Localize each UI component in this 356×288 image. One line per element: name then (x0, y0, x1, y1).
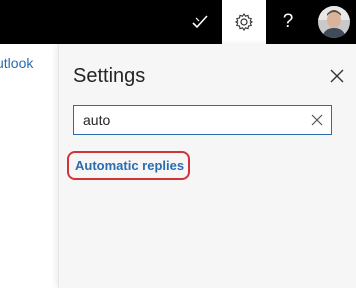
close-icon (311, 114, 323, 126)
my-day-button[interactable] (178, 0, 222, 44)
account-button[interactable] (312, 0, 356, 44)
outlook-link[interactable]: utlook (0, 55, 33, 71)
checkmark-icon (192, 15, 208, 29)
settings-button[interactable] (222, 0, 266, 44)
search-result-label: Automatic replies (75, 158, 185, 173)
help-icon: ? (282, 11, 294, 32)
close-settings-button[interactable] (325, 64, 349, 88)
settings-search-box (73, 105, 332, 135)
settings-title: Settings (73, 65, 146, 87)
clear-search-button[interactable] (309, 112, 325, 128)
settings-search-input[interactable] (74, 106, 294, 134)
search-result-automatic-replies[interactable]: Automatic replies (67, 151, 190, 180)
settings-panel: Settings Automatic replies (58, 44, 356, 288)
gear-icon (234, 13, 254, 31)
close-icon (330, 69, 344, 83)
mail-pane: utlook (0, 44, 58, 288)
avatar (318, 6, 350, 38)
help-button[interactable]: ? (266, 0, 310, 44)
top-bar: ? (0, 0, 356, 44)
